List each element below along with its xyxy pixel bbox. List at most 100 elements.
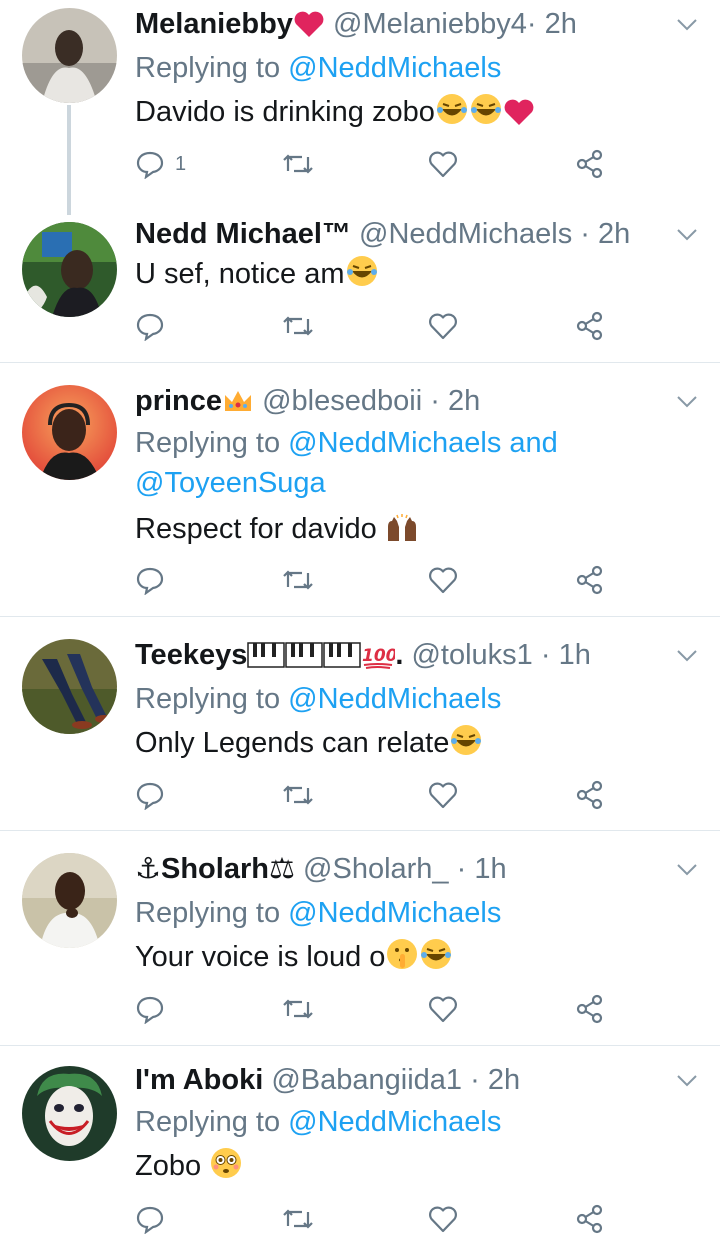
chevron-down-icon[interactable] — [676, 18, 698, 32]
replying-to: Replying to @NeddMichaels and @ToyeenSug… — [135, 423, 695, 503]
reply-button[interactable] — [135, 993, 165, 1025]
handle[interactable]: @Sholarh_ — [303, 853, 449, 885]
retweet-icon — [283, 785, 313, 805]
display-name[interactable]: I'm Aboki — [135, 1064, 263, 1096]
retweet-button[interactable] — [282, 1203, 314, 1235]
timestamp[interactable]: 2h — [488, 1064, 520, 1096]
tweet[interactable]: Melaniebby @Melaniebby4· 2h Replying to … — [0, 0, 720, 215]
replying-to: Replying to @NeddMichaels — [135, 893, 695, 933]
display-name[interactable]: Melaniebby — [135, 8, 293, 40]
mention-link[interactable]: @ToyeenSuga — [135, 467, 326, 499]
chevron-down-icon[interactable] — [676, 1074, 698, 1088]
reply-button[interactable] — [135, 779, 165, 811]
name-suffix: . — [395, 639, 404, 671]
share-icon — [576, 565, 603, 595]
reply-button[interactable] — [135, 310, 165, 342]
tweet-text: Zobo — [135, 1146, 243, 1191]
handle[interactable]: @NeddMichaels — [359, 218, 572, 250]
tweet-text: Your voice is loud o — [135, 937, 453, 982]
mention-link[interactable]: @NeddMichaels and — [288, 427, 558, 459]
share-button[interactable] — [575, 993, 605, 1025]
display-name[interactable]: prince — [135, 385, 222, 417]
timestamp[interactable]: 1h — [559, 639, 591, 671]
tweet-actions — [135, 993, 615, 1025]
share-button[interactable] — [575, 779, 605, 811]
like-button[interactable] — [428, 564, 458, 596]
timestamp[interactable]: 2h — [598, 218, 630, 250]
retweet-button[interactable] — [282, 779, 314, 811]
replying-label: Replying to — [135, 1106, 281, 1138]
chevron-down-icon[interactable] — [676, 395, 698, 409]
like-button[interactable] — [428, 310, 458, 342]
reply-icon — [136, 996, 164, 1024]
handle[interactable]: @Melaniebby4 — [333, 8, 527, 40]
avatar[interactable] — [22, 385, 117, 480]
tweet-text-content: Zobo — [135, 1150, 202, 1182]
crown-emoji — [222, 387, 254, 424]
reply-icon — [136, 151, 164, 179]
timestamp[interactable]: 2h — [545, 8, 577, 40]
tweet[interactable]: prince @blesedboii · 2h Replying to @Ned… — [0, 363, 720, 616]
tweet[interactable]: I'm Aboki @Babangiida1 · 2h Replying to … — [0, 1046, 720, 1242]
retweet-icon — [283, 1209, 313, 1229]
display-name[interactable]: Nedd Michael™ — [135, 218, 351, 250]
like-button[interactable] — [428, 993, 458, 1025]
handle[interactable]: @Babangiida1 — [271, 1064, 462, 1096]
retweet-button[interactable] — [282, 310, 314, 342]
reply-button[interactable] — [135, 564, 165, 596]
chevron-down-icon[interactable] — [676, 649, 698, 663]
tweet[interactable]: Teekeys 100. @toluks1 · 1h Replying to @N… — [0, 617, 720, 830]
name-prefix: ⚓ — [135, 853, 161, 885]
avatar[interactable] — [22, 639, 117, 734]
tweet[interactable]: Nedd Michael™ @NeddMichaels · 2h U sef, … — [0, 200, 720, 362]
reply-button[interactable]: 1 — [135, 148, 186, 180]
avatar[interactable] — [22, 8, 117, 103]
reply-icon — [136, 567, 164, 595]
share-button[interactable] — [575, 564, 605, 596]
tweet-header: Teekeys 100. @toluks1 · 1h — [135, 637, 591, 678]
like-icon — [429, 567, 457, 594]
replying-label: Replying to — [135, 52, 281, 84]
like-button[interactable] — [428, 1203, 458, 1235]
display-name[interactable]: Teekeys — [135, 639, 247, 671]
timestamp[interactable]: 1h — [474, 853, 506, 885]
display-name[interactable]: Sholarh — [161, 853, 269, 885]
avatar[interactable] — [22, 853, 117, 948]
share-icon — [576, 1204, 603, 1234]
mention-link[interactable]: @NeddMichaels — [288, 683, 501, 715]
like-button[interactable] — [428, 779, 458, 811]
retweet-button[interactable] — [282, 993, 314, 1025]
tweet[interactable]: ⚓Sholarh⚖ @Sholarh_ · 1h Replying to @Ne… — [0, 831, 720, 1045]
piano-emoji — [247, 641, 362, 678]
handle[interactable]: @blesedboii — [262, 385, 422, 417]
handle[interactable]: @toluks1 — [411, 639, 532, 671]
tweet-text: U sef, notice am — [135, 254, 379, 299]
share-button[interactable] — [575, 310, 605, 342]
chevron-down-icon[interactable] — [676, 863, 698, 877]
chevron-down-icon[interactable] — [676, 228, 698, 242]
retweet-button[interactable] — [282, 148, 314, 180]
reply-button[interactable] — [135, 1203, 165, 1235]
dot-separator: · — [526, 8, 537, 40]
share-button[interactable] — [575, 148, 605, 180]
mention-link[interactable]: @NeddMichaels — [288, 897, 501, 929]
replying-to: Replying to @NeddMichaels — [135, 679, 695, 719]
like-button[interactable] — [428, 148, 458, 180]
mention-link[interactable]: @NeddMichaels — [288, 52, 501, 84]
replying-label: Replying to — [135, 897, 281, 929]
share-button[interactable] — [575, 1203, 605, 1235]
retweet-button[interactable] — [282, 564, 314, 596]
tweet-actions: 1 — [135, 148, 615, 180]
avatar[interactable] — [22, 222, 117, 317]
replying-label: Replying to — [135, 683, 281, 715]
share-icon — [576, 149, 603, 179]
retweet-icon — [283, 154, 313, 174]
shushing-face-emoji — [385, 937, 419, 982]
timestamp[interactable]: 2h — [448, 385, 480, 417]
tweet-text-content: U sef, notice am — [135, 258, 345, 290]
tweet-actions — [135, 310, 615, 342]
avatar[interactable] — [22, 1066, 117, 1161]
mention-link[interactable]: @NeddMichaels — [288, 1106, 501, 1138]
flushed-face-emoji — [209, 1146, 243, 1191]
tweet-actions — [135, 1203, 615, 1235]
